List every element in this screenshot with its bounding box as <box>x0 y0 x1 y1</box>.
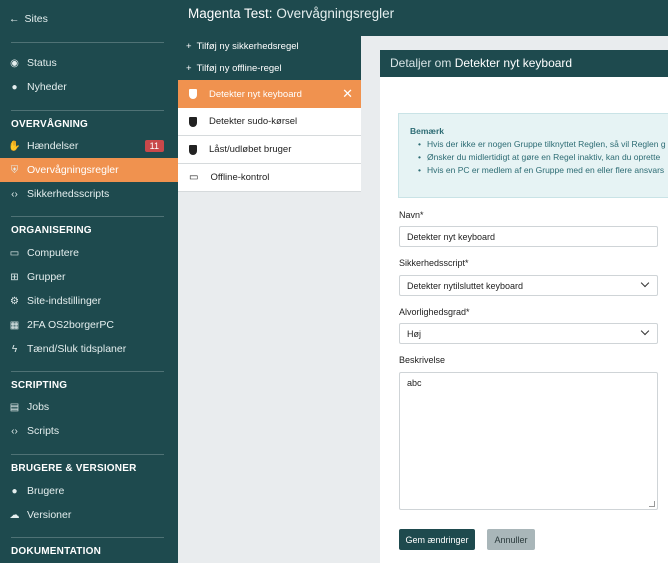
description-textarea[interactable]: abc <box>399 372 658 510</box>
add-offline-rule-link[interactable]: + Tilføj ny offline-regel <box>186 63 282 74</box>
sidebar-item-users[interactable]: ● Brugere <box>0 479 178 503</box>
keypad-icon: ▦ <box>9 319 20 331</box>
cancel-button[interactable]: Annuller <box>487 529 535 550</box>
sidebar-item-security-scripts[interactable]: ‹› Sikkerhedsscripts <box>0 182 178 206</box>
severity-label: Alvorlighedsgrad* <box>399 307 470 317</box>
section-heading-users-versions: BRUGERE & VERSIONER <box>11 463 137 474</box>
divider <box>11 110 164 111</box>
severity-select[interactable]: Høj <box>399 323 658 344</box>
divider <box>11 216 164 217</box>
section-heading-scripting: SCRIPTING <box>11 380 68 391</box>
chevron-down-icon <box>640 278 650 288</box>
note-title: Bemærk <box>410 126 445 136</box>
user-icon: ● <box>11 485 18 497</box>
sidebar: ← Sites ◉ Status ● Nyheder OVERVÅGNING ✋… <box>0 0 178 563</box>
sidebar-item-status[interactable]: ◉ Status <box>0 51 178 75</box>
rule-list: + Tilføj ny sikkerhedsregel + Tilføj ny … <box>178 36 361 563</box>
monitor-off-icon: ▭ <box>189 172 199 183</box>
bolt-icon: ϟ <box>11 343 18 355</box>
sidebar-item-computers[interactable]: ▭ Computere <box>0 241 178 265</box>
hand-icon: ✋ <box>8 140 21 152</box>
rule-detail-panel: Detaljer om Detekter nyt keyboard Bemærk… <box>380 50 668 563</box>
name-label: Navn* <box>399 210 424 220</box>
file-icon: ▤ <box>9 401 20 413</box>
lightbulb-icon: ● <box>11 81 18 93</box>
plus-icon: + <box>186 63 192 74</box>
eye-icon: ◉ <box>10 57 19 69</box>
cloud-icon: ☁ <box>9 509 20 521</box>
sidebar-item-schedules[interactable]: ϟ Tænd/Sluk tidsplaner <box>0 337 178 361</box>
arrow-left-icon: ← <box>9 13 20 25</box>
resize-handle[interactable] <box>649 501 655 507</box>
sidebar-item-scripts[interactable]: ‹› Scripts <box>0 419 178 443</box>
divider <box>11 537 164 538</box>
divider <box>11 42 164 43</box>
security-script-label: Sikkerhedsscript* <box>399 258 469 268</box>
sidebar-item-site-settings[interactable]: ⚙ Site-indstillinger <box>0 289 178 313</box>
rule-item-new-keyboard[interactable]: Detekter nyt keyboard ✕ <box>178 80 361 108</box>
sidebar-item-news[interactable]: ● Nyheder <box>0 75 178 99</box>
group-icon: ⊞ <box>10 271 19 283</box>
sidebar-item-2fa[interactable]: ▦ 2FA OS2borgerPC <box>0 313 178 337</box>
code-icon: ‹› <box>11 188 18 200</box>
code-icon: ‹› <box>11 425 18 437</box>
laptop-icon: ▭ <box>9 247 20 259</box>
divider <box>11 371 164 372</box>
rule-list-actions: + Tilføj ny sikkerhedsregel + Tilføj ny … <box>178 36 361 80</box>
sidebar-item-groups[interactable]: ⊞ Grupper <box>0 265 178 289</box>
sidebar-item-versions[interactable]: ☁ Versioner <box>0 503 178 527</box>
shield-icon <box>189 144 197 155</box>
events-count-badge: 11 <box>144 140 164 152</box>
chevron-down-icon <box>640 326 650 336</box>
shield-icon <box>189 116 197 127</box>
close-icon[interactable]: ✕ <box>342 86 353 102</box>
sidebar-item-jobs[interactable]: ▤ Jobs <box>0 395 178 419</box>
note-item: Ønsker du midlertidigt at gøre en Regel … <box>418 152 666 162</box>
divider <box>11 454 164 455</box>
note-box: Bemærk Hvis der ikke er nogen Gruppe til… <box>398 113 668 198</box>
rule-item-offline[interactable]: ▭ Offline-kontrol <box>178 164 361 192</box>
section-heading-documentation: DOKUMENTATION <box>11 546 101 557</box>
add-security-rule-link[interactable]: + Tilføj ny sikkerhedsregel <box>186 41 299 52</box>
section-heading-monitoring: OVERVÅGNING <box>11 119 89 130</box>
note-item: Hvis der ikke er nogen Gruppe tilknyttet… <box>418 139 666 149</box>
section-heading-organising: ORGANISERING <box>11 225 92 236</box>
note-item: Hvis en PC er medlem af en Gruppe med en… <box>418 165 666 175</box>
top-bar: Magenta Test: Overvågningsregler <box>178 0 668 36</box>
note-list: Hvis der ikke er nogen Gruppe tilknyttet… <box>418 139 666 178</box>
shield-icon: ⛨ <box>10 164 19 176</box>
rule-item-locked-user[interactable]: Låst/udløbet bruger <box>178 136 361 164</box>
shield-icon <box>189 89 197 99</box>
name-field[interactable]: Detekter nyt keyboard <box>399 226 658 247</box>
save-button[interactable]: Gem ændringer <box>399 529 475 550</box>
back-to-sites-link[interactable]: ← Sites <box>9 13 48 25</box>
panel-title: Detaljer om Detekter nyt keyboard <box>380 50 668 77</box>
security-script-select[interactable]: Detekter nytilsluttet keyboard <box>399 275 658 296</box>
rule-item-sudo[interactable]: Detekter sudo-kørsel <box>178 108 361 136</box>
plus-icon: + <box>186 41 192 52</box>
gear-icon: ⚙ <box>10 295 19 307</box>
sidebar-item-events[interactable]: ✋ Hændelser 11 <box>0 134 178 158</box>
description-label: Beskrivelse <box>399 355 446 365</box>
sidebar-item-monitoring-rules[interactable]: ⛨ Overvågningsregler <box>0 158 178 182</box>
page-title: Magenta Test: Overvågningsregler <box>188 6 395 21</box>
